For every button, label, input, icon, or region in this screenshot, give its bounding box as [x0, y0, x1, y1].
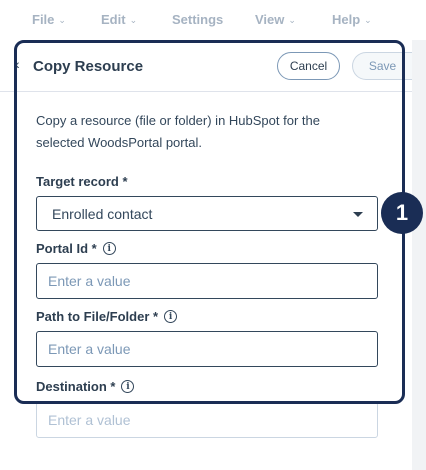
info-icon[interactable]: i [164, 310, 178, 323]
chevron-down-icon: ⌄ [58, 15, 66, 25]
callout-badge: 1 [381, 192, 423, 234]
cancel-button[interactable]: Cancel [277, 52, 340, 80]
portal-id-input[interactable] [36, 263, 378, 299]
menu-settings-label: Settings [172, 12, 224, 27]
menu-view-label: View [255, 12, 285, 27]
portal-id-label-text: Portal Id * [36, 241, 97, 256]
info-icon[interactable]: i [121, 380, 135, 393]
target-record-select[interactable]: Enrolled contact [36, 196, 378, 231]
chevron-left-icon[interactable]: ‹ [15, 56, 20, 72]
chevron-down-icon: ⌄ [288, 15, 296, 25]
chevron-down-icon: ⌄ [364, 15, 372, 25]
destination-input[interactable] [36, 402, 378, 438]
target-record-label: Target record * [36, 174, 128, 189]
menu-file-label: File [32, 12, 55, 27]
panel-header: ‹ Copy Resource Cancel Save [0, 40, 412, 92]
caret-down-icon [353, 212, 363, 217]
save-button[interactable]: Save [352, 52, 412, 80]
panel-description: Copy a resource (file or folder) in HubS… [36, 113, 320, 150]
menu-edit-label: Edit [101, 12, 126, 27]
target-record-value: Enrolled contact [52, 206, 153, 222]
destination-label: Destination * i [36, 379, 135, 394]
menu-edit[interactable]: Edit ⌄ [101, 12, 137, 27]
portal-id-label: Portal Id * i [36, 241, 116, 256]
scrollbar-track[interactable] [412, 40, 426, 470]
path-label-text: Path to File/Folder * [36, 309, 159, 324]
path-input[interactable] [36, 331, 378, 367]
menu-help-label: Help [332, 12, 361, 27]
menu-help[interactable]: Help ⌄ [332, 12, 372, 27]
info-icon[interactable]: i [102, 242, 116, 255]
chevron-down-icon: ⌄ [129, 15, 138, 25]
copy-resource-panel: ‹ Copy Resource Cancel Save Copy a resou… [0, 40, 412, 470]
menu-file[interactable]: File ⌄ [32, 12, 66, 27]
menu-bar: File ⌄ Edit ⌄ Settings View ⌄ Help ⌄ [0, 0, 426, 40]
panel-title: Copy Resource [33, 58, 144, 75]
menu-view[interactable]: View ⌄ [255, 12, 296, 27]
target-record-label-text: Target record * [36, 174, 128, 189]
path-label: Path to File/Folder * i [36, 309, 178, 324]
destination-label-text: Destination * [36, 379, 116, 394]
menu-settings[interactable]: Settings [172, 12, 223, 27]
